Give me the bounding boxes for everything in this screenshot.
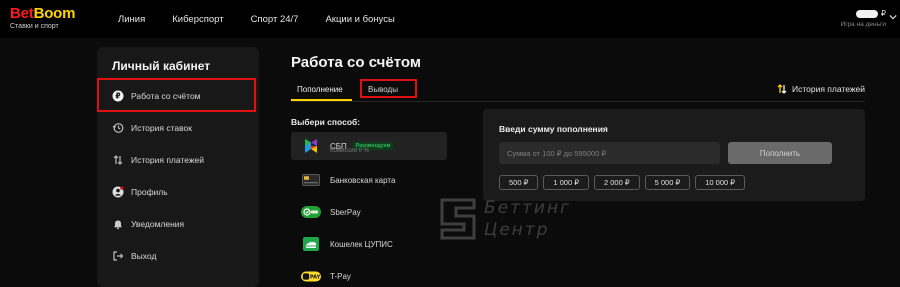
bell-icon	[112, 218, 124, 230]
quick-amounts: 500 ₽ 1 000 ₽ 2 000 ₽ 5 000 ₽ 10 000 ₽	[499, 175, 746, 190]
nav-item-line[interactable]: Линия	[118, 14, 145, 25]
logo-subtitle: Ставки и спорт	[10, 23, 59, 30]
quick-amount-chip[interactable]: 5 000 ₽	[644, 175, 691, 190]
bank-card-icon	[301, 173, 321, 187]
transfer-icon	[777, 84, 787, 94]
payment-history-label: История платежей	[791, 84, 865, 94]
main-nav: Линия Киберспорт Спорт 24/7 Акции и бону…	[118, 14, 422, 25]
sbp-icon	[301, 139, 321, 153]
tabs-divider	[291, 101, 865, 102]
sidebar-item-account[interactable]: ₽ Работа со счётом	[112, 88, 201, 104]
method-sberpay[interactable]: SberPay	[291, 198, 447, 226]
methods-label: Выбери способ:	[291, 117, 361, 127]
svg-text:PAY: PAY	[310, 274, 321, 280]
sberpay-icon	[301, 205, 321, 219]
method-name: Кошелек ЦУПИС	[330, 239, 393, 249]
sidebar-item-label: Профиль	[131, 187, 168, 197]
sidebar-item-logout[interactable]: Выход	[112, 248, 156, 264]
ruble-icon: ₽	[112, 90, 124, 102]
deposit-button[interactable]: Пополнить	[728, 142, 832, 164]
balance-amount	[855, 9, 878, 18]
payment-history-link[interactable]: История платежей	[777, 83, 865, 95]
method-name: T-Pay	[330, 271, 351, 281]
amount-input[interactable]	[499, 142, 720, 164]
page-title: Работа со счётом	[291, 54, 421, 71]
watermark-line2: Центр	[484, 220, 550, 240]
account-sidebar: Личный кабинет ₽ Работа со счётом Истори…	[97, 47, 259, 287]
tab-deposit[interactable]: Пополнение	[297, 85, 343, 94]
method-name: SberPay	[330, 207, 361, 217]
quick-amount-chip[interactable]: 1 000 ₽	[543, 175, 589, 190]
deposit-panel: Введи сумму пополнения Пополнить 500 ₽ 1…	[483, 109, 865, 201]
profile-icon	[112, 186, 124, 198]
method-cupis-wallet[interactable]: Кошелек ЦУПИС	[291, 230, 447, 258]
balance-currency: ₽	[880, 9, 886, 18]
quick-amount-chip[interactable]: 2 000 ₽	[594, 175, 640, 190]
method-fee: Комиссия 0 %	[330, 148, 369, 154]
withdrawals-highlight	[360, 79, 417, 98]
watermark: Беттинг Центр	[436, 196, 569, 247]
sidebar-item-label: Работа со счётом	[131, 91, 201, 101]
sidebar-item-bet-history[interactable]: История ставок	[112, 120, 192, 136]
sidebar-item-payment-history[interactable]: История платежей	[112, 152, 204, 168]
quick-amount-chip[interactable]: 10 000 ₽	[695, 175, 746, 190]
nav-item-sport-247[interactable]: Спорт 24/7	[251, 14, 299, 25]
history-icon	[112, 122, 124, 134]
sidebar-item-label: История платежей	[131, 155, 205, 165]
active-tab-indicator	[291, 99, 352, 101]
sidebar-item-label: Выход	[131, 251, 157, 261]
balance-widget[interactable]: ₽ Игра на деньги	[841, 9, 886, 28]
quick-amount-chip[interactable]: 500 ₽	[499, 175, 539, 190]
betboom-logo[interactable]: BetBoom Ставки и спорт	[10, 6, 75, 30]
method-tpay[interactable]: PAY T-Pay	[291, 262, 447, 287]
sidebar-item-notifications[interactable]: Уведомления	[112, 216, 184, 232]
watermark-line1: Беттинг	[484, 198, 572, 218]
chevron-down-icon[interactable]	[889, 13, 897, 21]
sidebar-item-label: История ставок	[131, 123, 192, 133]
svg-text:₽: ₽	[115, 92, 120, 101]
sidebar-title: Личный кабинет	[112, 59, 211, 73]
sidebar-item-label: Уведомления	[131, 219, 185, 229]
tpay-icon: PAY	[301, 269, 321, 283]
method-bank-card[interactable]: Банковская карта	[291, 166, 447, 194]
balance-mode: Игра на деньги	[840, 21, 886, 28]
logout-icon	[112, 250, 124, 262]
method-sbp[interactable]: СБП Рекомендуем Комиссия 0 %	[291, 132, 447, 160]
deposit-panel-title: Введи сумму пополнения	[499, 124, 608, 134]
nav-item-promotions[interactable]: Акции и бонусы	[325, 14, 394, 25]
cupis-wallet-icon	[301, 237, 321, 251]
top-bar: BetBoom Ставки и спорт Линия Киберспорт …	[0, 0, 900, 38]
method-name: Банковская карта	[330, 175, 396, 185]
sidebar-item-profile[interactable]: Профиль	[112, 184, 168, 200]
transfer-icon	[112, 154, 124, 166]
watermark-logo	[440, 198, 476, 240]
nav-item-esports[interactable]: Киберспорт	[172, 14, 223, 25]
